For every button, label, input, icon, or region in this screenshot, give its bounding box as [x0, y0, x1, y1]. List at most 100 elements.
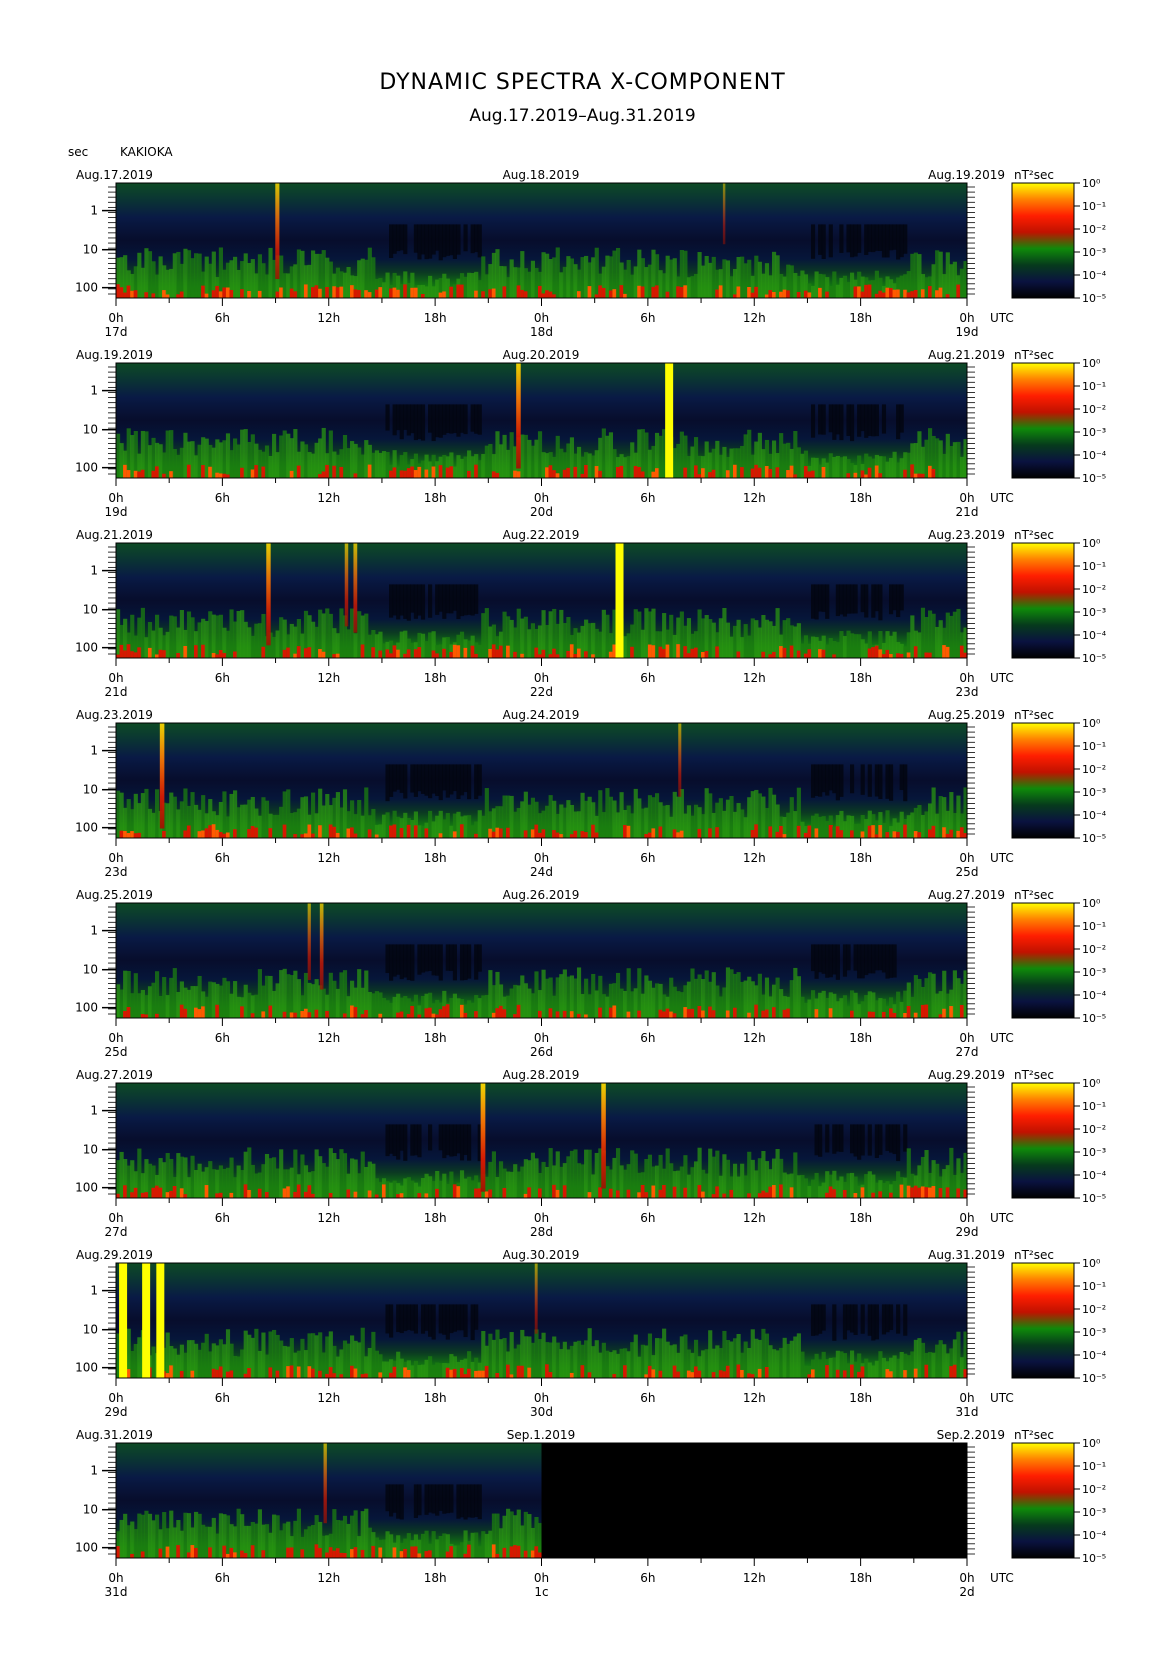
spectral-hot-cell — [931, 825, 936, 838]
spectral-column — [878, 1351, 883, 1378]
spectral-hot-cell — [959, 1004, 965, 1018]
spectral-hot-cell — [534, 647, 539, 658]
x-tick-label: 12h — [743, 1391, 766, 1405]
quiet-region — [449, 764, 454, 795]
spectral-column — [587, 1328, 592, 1378]
spectral-hot-cell — [229, 289, 234, 298]
spectral-column — [279, 970, 284, 1018]
spectral-hot-cell — [339, 1552, 344, 1558]
spectral-column — [530, 260, 536, 298]
x-tick-label: 12h — [317, 671, 340, 685]
date-mid-label: Sep.1.2019 — [507, 1428, 575, 1442]
spectral-hot-cell — [849, 1364, 855, 1378]
spectral-column — [832, 456, 837, 478]
quiet-region — [857, 944, 862, 979]
x-tick-label: 12h — [743, 1211, 766, 1225]
spectral-hot-cell — [913, 646, 918, 658]
spectral-hot-cell — [431, 466, 436, 478]
spectral-column — [594, 628, 599, 658]
spectral-hot-cell — [601, 287, 606, 298]
spectral-column — [208, 263, 213, 298]
spectral-column — [881, 822, 887, 838]
quiet-region — [892, 224, 897, 250]
spectral-hot-cell — [920, 1186, 926, 1198]
spectral-column — [506, 995, 511, 1018]
spectral-column — [899, 275, 904, 298]
spectral-column — [371, 1331, 376, 1378]
quiet-region — [449, 944, 454, 971]
spectral-column — [186, 250, 192, 298]
spectral-column — [630, 991, 635, 1018]
spectral-column — [449, 998, 454, 1018]
spectral-column — [155, 971, 160, 1018]
quiet-region — [899, 224, 904, 258]
spectral-hot-cell — [924, 1004, 929, 1018]
spectral-column — [470, 825, 475, 838]
spectral-hot-cell — [286, 647, 291, 658]
spectral-column — [722, 1330, 727, 1378]
x-tick-label: 0h — [534, 671, 549, 685]
spectral-column — [803, 1178, 809, 1198]
x-tick-label: 12h — [743, 1031, 766, 1045]
spectral-column — [679, 611, 684, 658]
spectral-column — [282, 1345, 287, 1378]
quiet-region — [438, 1124, 443, 1151]
spectral-column — [605, 996, 610, 1018]
spectral-column — [342, 789, 348, 838]
spectral-hot-cell — [360, 644, 365, 658]
spectral-column — [786, 812, 791, 838]
spectral-hot-cell — [183, 830, 188, 838]
x-tick-label: 18h — [849, 671, 872, 685]
spectral-hot-cell — [431, 650, 436, 658]
spectral-column — [506, 1171, 511, 1198]
spectral-column — [534, 267, 539, 298]
spectral-column — [743, 263, 748, 298]
spectral-column — [470, 1532, 475, 1558]
spectral-hot-cell — [250, 469, 255, 478]
spectral-hot-cell — [119, 287, 124, 298]
spectral-column — [722, 259, 727, 298]
spectral-column — [910, 996, 915, 1018]
spectral-column — [771, 251, 777, 298]
spectral-hot-cell — [693, 1366, 699, 1378]
quiet-region — [463, 1304, 468, 1338]
quiet-region — [821, 224, 826, 259]
spectral-column — [945, 993, 950, 1018]
spectral-column — [800, 1351, 805, 1378]
spectral-column — [403, 996, 408, 1018]
spectral-column — [158, 995, 163, 1018]
spectral-column — [619, 988, 624, 1018]
spectral-hot-cell — [576, 648, 582, 658]
spectral-column — [155, 1514, 160, 1558]
spectral-hot-cell — [814, 828, 819, 838]
colorbar-tick-label: 10⁻¹ — [1082, 560, 1106, 573]
quiet-region — [832, 1124, 837, 1154]
spectral-column — [718, 454, 723, 478]
spectral-hot-cell — [619, 465, 624, 478]
spectral-column — [119, 1519, 124, 1558]
spectral-column — [506, 1508, 511, 1558]
spectral-column — [527, 1514, 532, 1558]
x-tick-label: 0h — [959, 851, 974, 865]
quiet-region — [825, 584, 830, 619]
spectral-hot-cell — [325, 464, 330, 478]
spectral-column — [491, 1151, 497, 1198]
spectral-column — [683, 813, 688, 838]
spectral-column — [350, 441, 355, 478]
quiet-region — [853, 584, 858, 614]
spectral-hot-cell — [562, 1010, 567, 1018]
quiet-region — [406, 1304, 411, 1330]
spectral-column — [183, 1157, 188, 1198]
spectral-hot-cell — [403, 284, 408, 298]
spectral-column — [211, 982, 216, 1018]
quiet-region — [456, 764, 461, 799]
spectral-column — [498, 1339, 504, 1378]
spectral-hot-cell — [740, 1369, 745, 1378]
spectral-hot-cell — [311, 287, 316, 298]
quiet-region — [832, 404, 837, 440]
spectral-column — [353, 633, 358, 658]
quiet-region — [399, 764, 404, 793]
spectral-column — [378, 1182, 383, 1198]
spectral-column — [775, 255, 780, 298]
spectral-hot-cell — [754, 464, 759, 478]
